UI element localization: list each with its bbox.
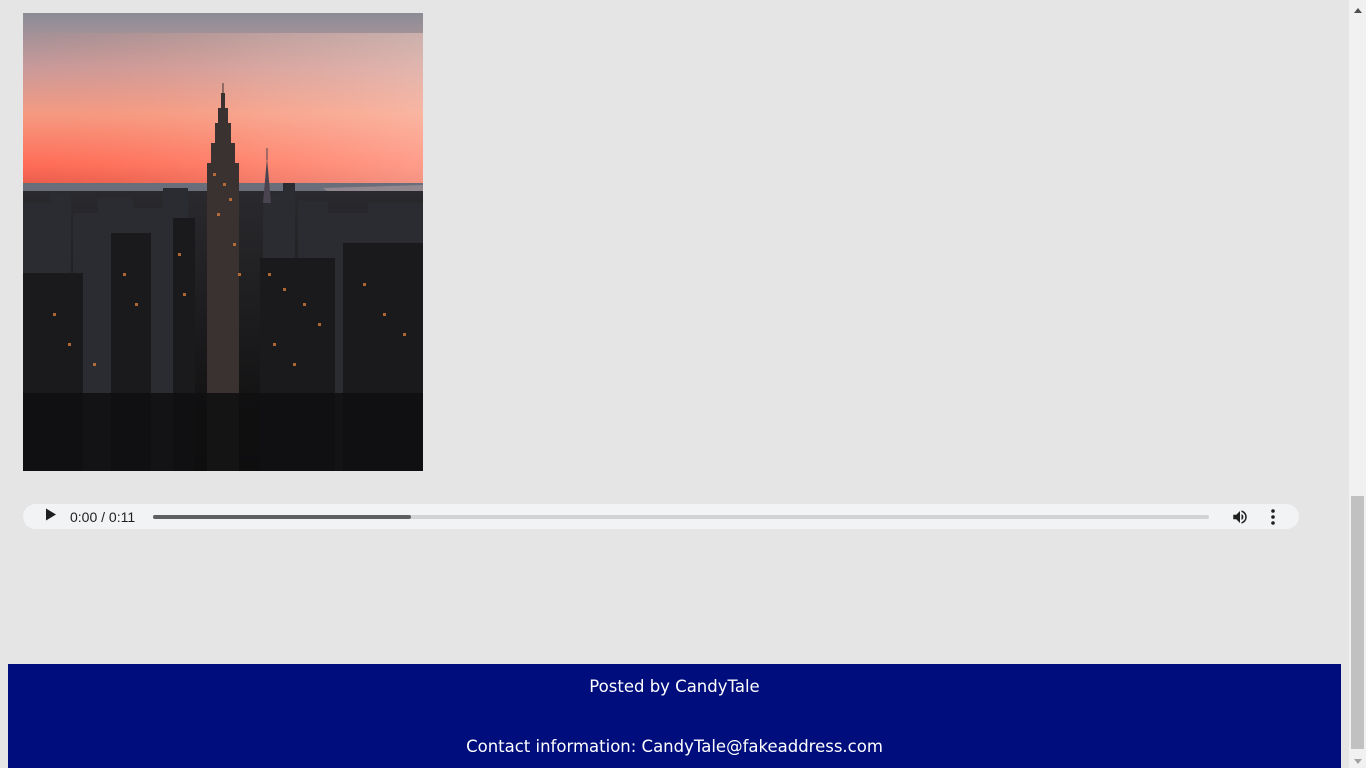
audio-player: 0:00 / 0:11 — [23, 504, 1299, 529]
current-time: 0:00 — [70, 508, 98, 525]
mute-button[interactable] — [1231, 508, 1249, 526]
volume-icon — [1231, 510, 1249, 530]
site-footer: Posted by CandyTale Contact information:… — [8, 664, 1341, 768]
more-options-icon — [1265, 509, 1281, 530]
city-skyline-image — [23, 13, 423, 471]
time-separator: / — [101, 508, 106, 525]
more-options-button[interactable] — [1265, 508, 1281, 526]
posted-by-text: Posted by CandyTale — [589, 677, 760, 696]
page-content: 0:00 / 0:11 Posted by CandyTale Contact … — [0, 0, 1349, 768]
scroll-up-arrow-icon — [1353, 0, 1362, 18]
duration: 0:11 — [108, 508, 136, 525]
scrollbar-thumb[interactable] — [1351, 496, 1364, 749]
play-icon — [45, 508, 57, 526]
time-display: 0:00 / 0:11 — [70, 509, 135, 525]
scroll-down-button[interactable] — [1349, 751, 1366, 768]
vertical-scrollbar[interactable] — [1349, 0, 1366, 768]
play-button[interactable] — [43, 508, 59, 526]
seek-slider[interactable] — [153, 515, 1209, 519]
scroll-down-arrow-icon — [1353, 751, 1362, 768]
browser-viewport: 0:00 / 0:11 Posted by CandyTale Contact … — [0, 0, 1366, 768]
contact-information-text: Contact information: CandyTale@fakeaddre… — [466, 737, 883, 756]
scroll-up-button[interactable] — [1349, 0, 1366, 17]
buffered-bar — [153, 515, 411, 519]
